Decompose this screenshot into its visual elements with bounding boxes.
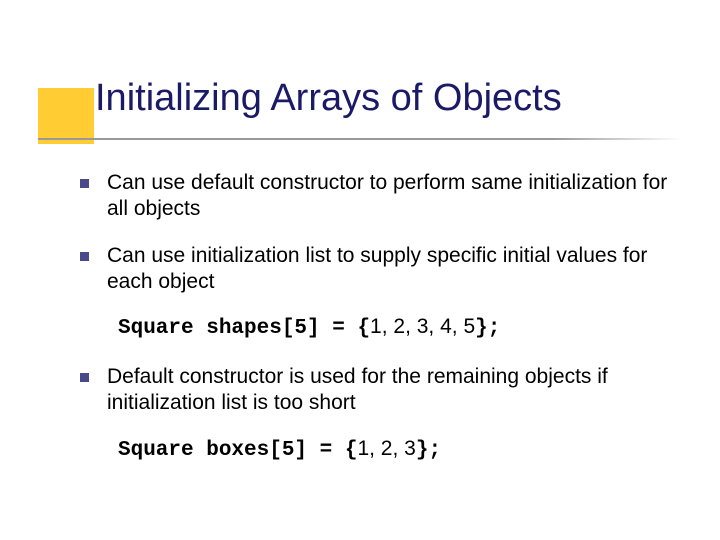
bullet-text: Default constructor is used for the rema… bbox=[107, 364, 680, 417]
code-example: Square boxes[5] = {1, 2, 3}; bbox=[118, 437, 680, 462]
list-item: Can use initialization list to supply sp… bbox=[80, 243, 680, 296]
code-prefix: Square boxes[5] = { bbox=[118, 439, 357, 462]
title-accent-box bbox=[38, 88, 94, 144]
square-bullet-icon bbox=[80, 252, 89, 261]
title-wrap: Initializing Arrays of Objects bbox=[95, 78, 562, 120]
code-suffix: }; bbox=[416, 439, 441, 462]
bullet-text: Can use default constructor to perform s… bbox=[107, 170, 680, 223]
code-args: 1, 2, 3, 4, 5 bbox=[370, 315, 475, 338]
code-example: Square shapes[5] = {1, 2, 3, 4, 5}; bbox=[118, 315, 680, 340]
square-bullet-icon bbox=[80, 373, 89, 382]
code-prefix: Square shapes[5] = { bbox=[118, 317, 370, 340]
bullet-text: Can use initialization list to supply sp… bbox=[107, 243, 680, 296]
slide-content: Can use default constructor to perform s… bbox=[80, 170, 680, 486]
slide-title: Initializing Arrays of Objects bbox=[95, 78, 562, 120]
square-bullet-icon bbox=[80, 179, 89, 188]
code-args: 1, 2, 3 bbox=[357, 437, 415, 460]
list-item: Can use default constructor to perform s… bbox=[80, 170, 680, 223]
list-item: Default constructor is used for the rema… bbox=[80, 364, 680, 417]
title-underline bbox=[38, 138, 682, 140]
code-suffix: }; bbox=[475, 317, 500, 340]
